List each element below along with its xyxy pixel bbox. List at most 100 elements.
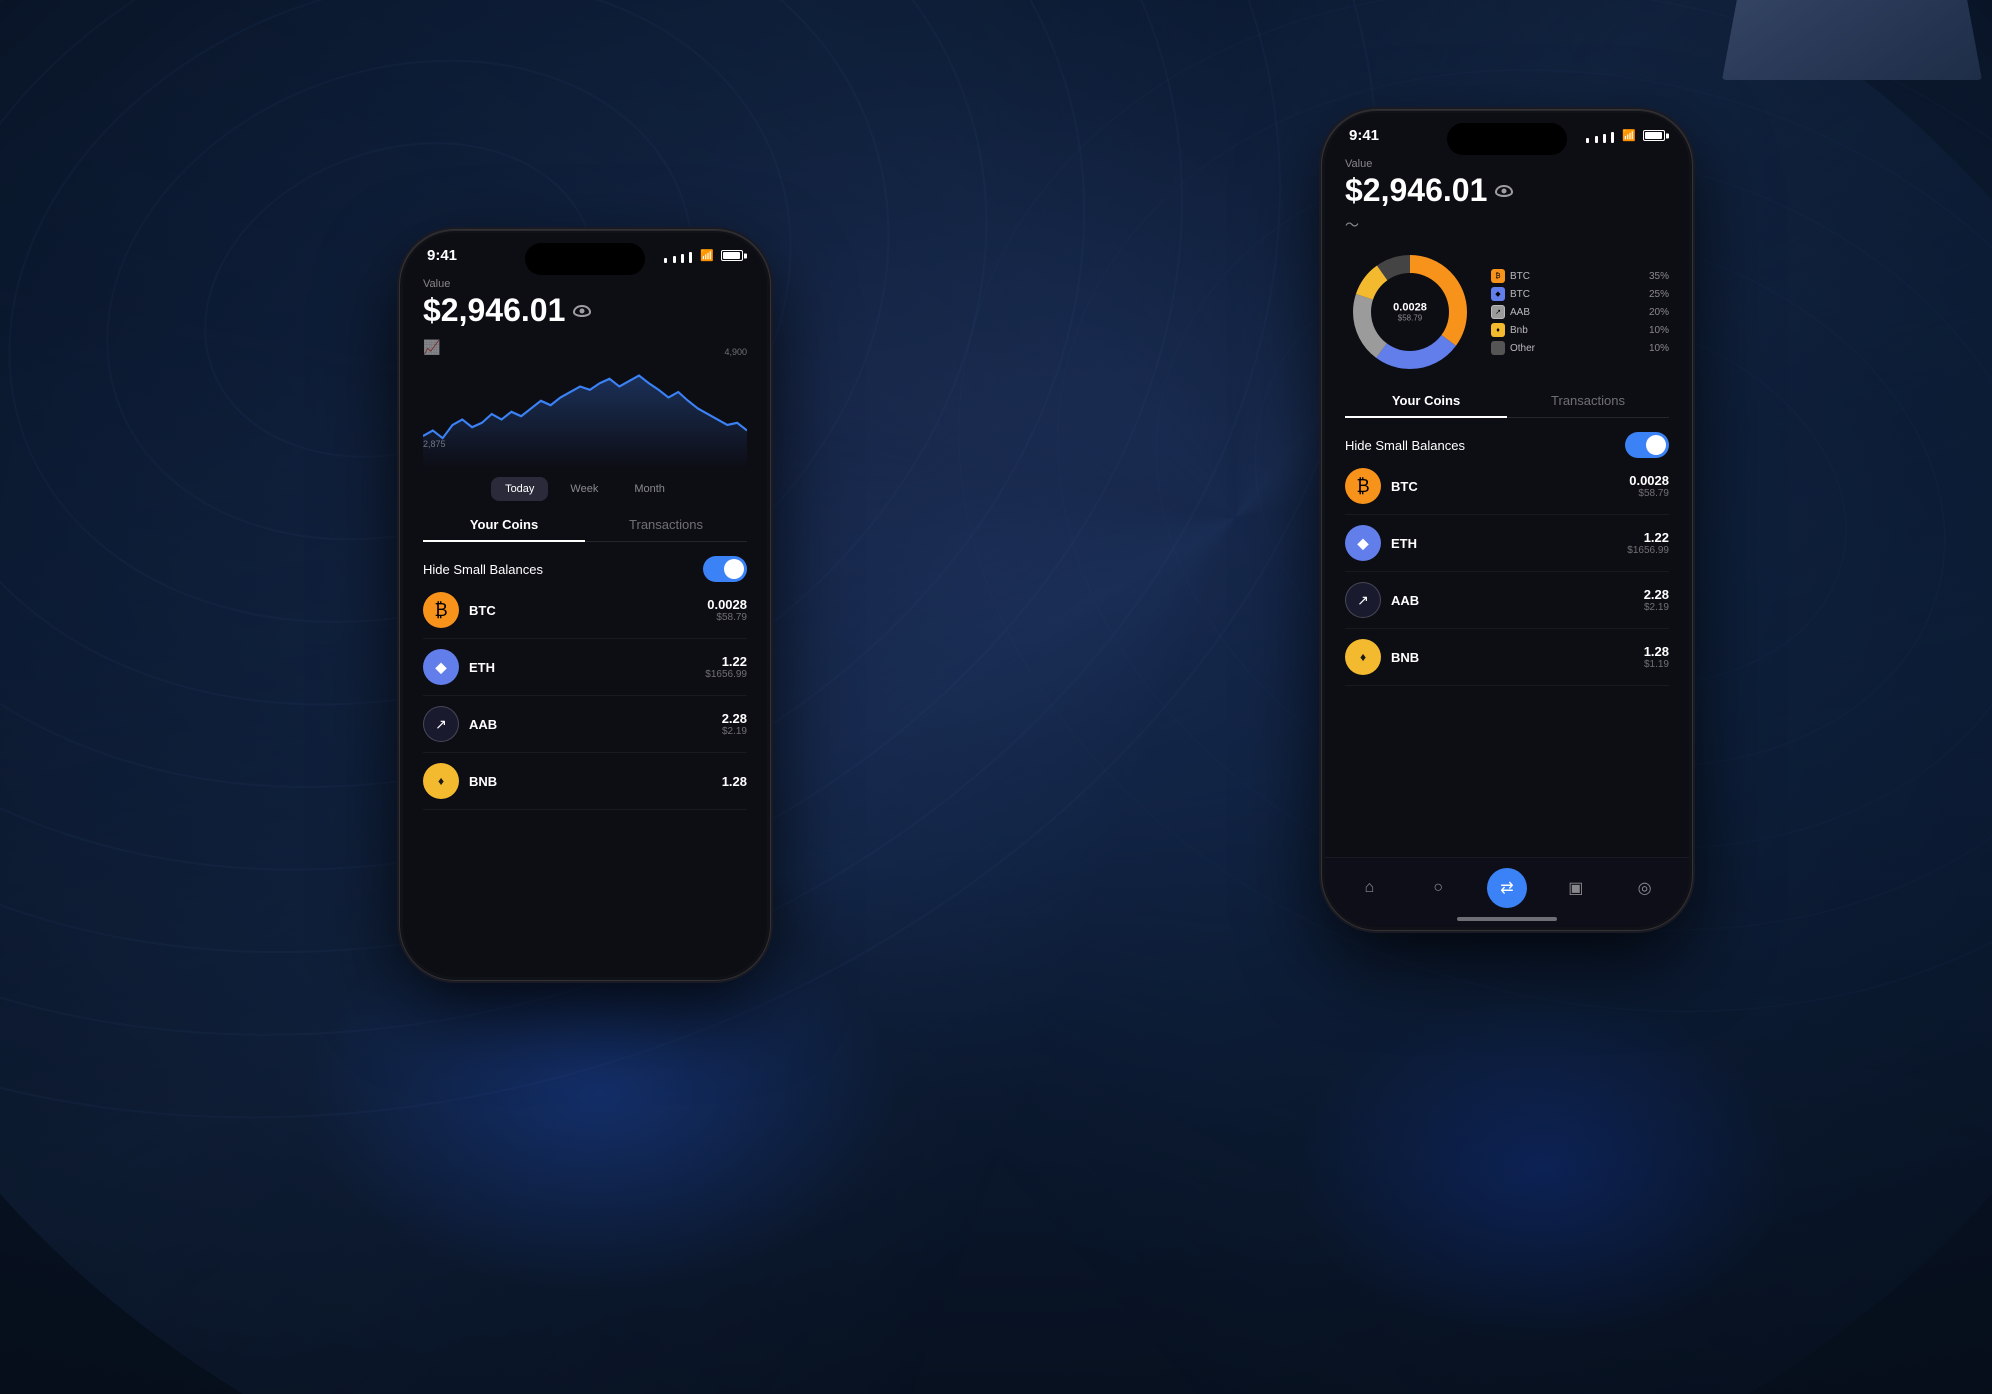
left-screen-content: Value $2,946.01 📈 4,900 2,875 (403, 270, 767, 977)
time-btn-month[interactable]: Month (620, 477, 679, 501)
coins-list-right: ₿ BTC 0.0028 $58.79 ◆ ETH 1.22 $1656.99 (1345, 458, 1669, 688)
btc-values-right: 0.0028 $58.79 (1629, 473, 1669, 499)
eth-values-left: 1.22 $1656.99 (705, 654, 747, 680)
legend-dot-eth: ◆ (1491, 287, 1505, 301)
legend-item-eth: ◆ BTC 25% (1491, 285, 1669, 303)
right-screen-content: Value $2,946.01 〜 (1325, 150, 1689, 927)
aab-usd-right: $2.19 (1644, 602, 1669, 613)
coin-item-btc-left: ₿ BTC 0.0028 $58.79 (423, 582, 747, 639)
swap-icon: ⇄ (1500, 878, 1513, 898)
status-time-right: 9:41 (1349, 127, 1379, 144)
status-icons-left: 📶 (663, 249, 743, 263)
account-icon: ◎ (1638, 878, 1652, 898)
legend-dot-aab: ↗ (1491, 305, 1505, 319)
time-btn-week[interactable]: Week (556, 477, 612, 501)
eth-usd-right: $1656.99 (1627, 545, 1669, 556)
eth-usd-left: $1656.99 (705, 669, 747, 680)
aab-usd-left: $2.19 (722, 726, 747, 737)
coin-item-bnb-left: ♦ BNB 1.28 (423, 753, 747, 810)
tab-transactions-left[interactable]: Transactions (585, 517, 747, 541)
aab-name-left: AAB (469, 717, 497, 732)
eth-values-right: 1.22 $1656.99 (1627, 530, 1669, 556)
legend-dot-btc: ₿ (1491, 269, 1505, 283)
coin-item-aab-left: ↗ AAB 2.28 $2.19 (423, 696, 747, 753)
wallet-icon: ▣ (1568, 878, 1583, 898)
btc-name-right: BTC (1391, 479, 1418, 494)
home-indicator-right (1457, 917, 1557, 921)
hide-balances-label-left: Hide Small Balances (423, 562, 543, 577)
legend-pct-aab: 20% (1649, 307, 1669, 318)
btc-icon-right: ₿ (1345, 468, 1381, 504)
nav-wallet[interactable]: ▣ (1556, 868, 1596, 908)
status-time-left: 9:41 (427, 247, 457, 264)
bnb-name-right: BNB (1391, 650, 1419, 665)
donut-section-right: 0.0028 $58.79 ₿ BTC 35% (1345, 247, 1669, 377)
hide-balances-row-right: Hide Small Balances (1345, 432, 1669, 458)
tab-your-coins-left[interactable]: Your Coins (423, 517, 585, 542)
eye-icon-right[interactable] (1495, 185, 1513, 197)
coin-item-btc-right: ₿ BTC 0.0028 $58.79 (1345, 458, 1669, 515)
btc-name-left: BTC (469, 603, 496, 618)
aab-values-right: 2.28 $2.19 (1644, 587, 1669, 613)
value-label-left: Value (423, 278, 747, 290)
aab-icon-right: ↗ (1345, 582, 1381, 618)
toggle-left[interactable] (703, 556, 747, 582)
tabs-right: Your Coins Transactions (1345, 393, 1669, 418)
home-icon: ⌂ (1365, 879, 1375, 897)
eth-amount-right: 1.22 (1627, 530, 1669, 545)
legend-name-btc: BTC (1510, 271, 1530, 282)
chart-low-left: 2,875 (423, 439, 446, 449)
chart-high-left: 4,900 (724, 347, 747, 357)
battery-icon-left (721, 250, 743, 261)
chart-svg-left (423, 359, 747, 469)
nav-home[interactable]: ⌂ (1349, 868, 1389, 908)
btc-usd-right: $58.79 (1629, 488, 1669, 499)
wifi-icon-left: 📶 (700, 249, 714, 262)
toggle-right[interactable] (1625, 432, 1669, 458)
value-amount-left: $2,946.01 (423, 292, 747, 329)
eye-icon-left[interactable] (573, 305, 591, 317)
legend: ₿ BTC 35% ◆ BTC 25% (1491, 267, 1669, 357)
tab-transactions-right[interactable]: Transactions (1507, 393, 1669, 417)
aab-amount-right: 2.28 (1644, 587, 1669, 602)
left-phone-shell: 9:41 📶 Value (400, 230, 770, 980)
legend-pct-btc: 35% (1649, 271, 1669, 282)
aab-amount-left: 2.28 (722, 711, 747, 726)
coin-item-eth-left: ◆ ETH 1.22 $1656.99 (423, 639, 747, 696)
hide-balances-row-left: Hide Small Balances (423, 556, 747, 582)
btc-amount-left: 0.0028 (707, 597, 747, 612)
eth-icon-left: ◆ (423, 649, 459, 685)
right-phone-shell: 9:41 📶 Value (1322, 110, 1692, 930)
signal-icon-right (1585, 129, 1615, 143)
legend-name-aab: AAB (1510, 307, 1530, 318)
wifi-icon-right: 📶 (1622, 129, 1636, 142)
bnb-name-left: BNB (469, 774, 497, 789)
legend-item-btc: ₿ BTC 35% (1491, 267, 1669, 285)
donut-amount: 0.0028 (1393, 302, 1427, 314)
battery-icon-right (1643, 130, 1665, 141)
eth-icon-right: ◆ (1345, 525, 1381, 561)
bnb-icon-left: ♦ (423, 763, 459, 799)
donut-usd: $58.79 (1393, 314, 1427, 323)
time-btn-today[interactable]: Today (491, 477, 548, 501)
time-filters-left: Today Week Month (423, 477, 747, 501)
nav-swap[interactable]: ⇄ (1487, 868, 1527, 908)
background (0, 0, 1992, 1394)
nav-profile[interactable]: ○ (1418, 868, 1458, 908)
legend-name-bnb: Bnb (1510, 325, 1528, 336)
coin-item-aab-right: ↗ AAB 2.28 $2.19 (1345, 572, 1669, 629)
trend-icon-right: 〜 (1345, 215, 1669, 235)
btc-values-left: 0.0028 $58.79 (707, 597, 747, 623)
chart-type-icon-left: 📈 (423, 339, 440, 356)
legend-name-eth: BTC (1510, 289, 1530, 300)
bnb-values-right: 1.28 $1.19 (1644, 644, 1669, 670)
tab-your-coins-right[interactable]: Your Coins (1345, 393, 1507, 418)
legend-pct-bnb: 10% (1649, 325, 1669, 336)
hide-balances-label-right: Hide Small Balances (1345, 438, 1465, 453)
donut-chart: 0.0028 $58.79 (1345, 247, 1475, 377)
legend-dot-bnb: ♦ (1491, 323, 1505, 337)
signal-icon-left (663, 249, 693, 263)
legend-pct-other: 10% (1649, 343, 1669, 354)
value-label-right: Value (1345, 158, 1669, 170)
nav-account[interactable]: ◎ (1625, 868, 1665, 908)
